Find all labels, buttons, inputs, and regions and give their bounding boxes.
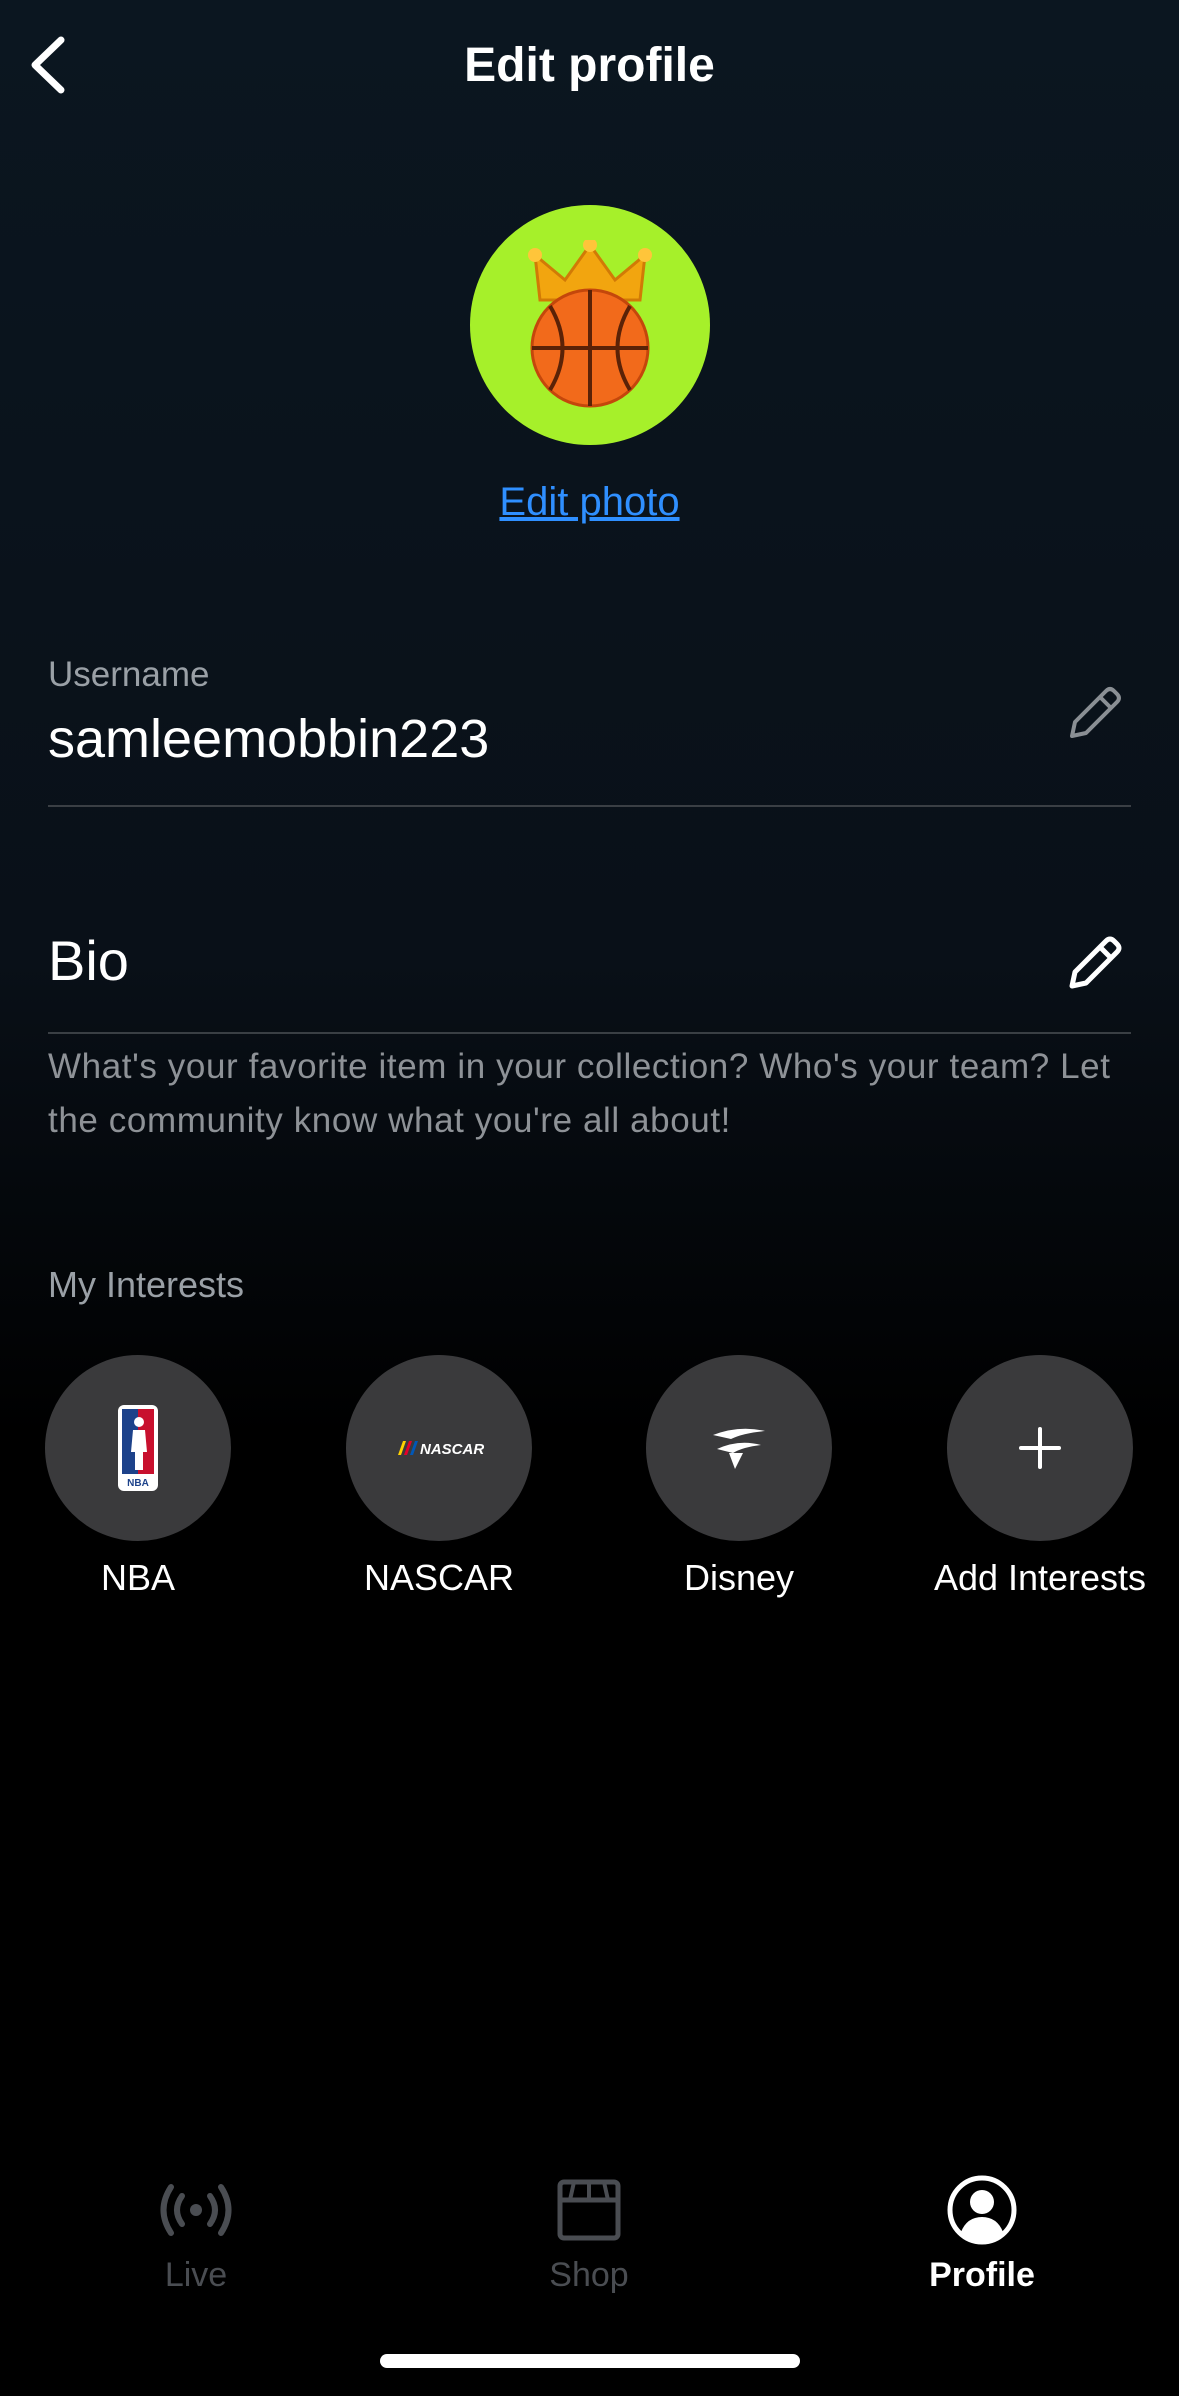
interest-label: Disney (683, 1557, 795, 1598)
tab-shop[interactable]: Shop (479, 2170, 699, 2295)
tab-label: Profile (929, 2256, 1035, 2294)
crowned-basketball-icon (528, 240, 652, 408)
profile-icon (947, 2175, 1017, 2245)
username-value[interactable]: samleemobbin223 (48, 708, 489, 770)
interest-circle (947, 1355, 1133, 1541)
interest-label: NBA (100, 1557, 176, 1598)
add-interests-button[interactable]: Add Interests (920, 1355, 1160, 1599)
bio-placeholder[interactable]: What's your favorite item in your collec… (48, 1040, 1148, 1148)
svg-text:NASCAR: NASCAR (420, 1441, 484, 1458)
interest-nba[interactable]: NBA NBA (18, 1355, 258, 1599)
tab-profile[interactable]: Profile (872, 2170, 1092, 2295)
tab-icon-wrap (86, 2170, 306, 2250)
edit-photo-link[interactable]: Edit photo (0, 480, 1179, 525)
interest-circle: NASCAR (346, 1355, 532, 1541)
bio-label: Bio (48, 929, 129, 992)
username-divider (48, 805, 1131, 807)
interest-disney[interactable]: Disney (619, 1355, 859, 1599)
svg-text:NBA: NBA (127, 1478, 149, 1489)
pencil-icon (1069, 936, 1122, 989)
username-label: Username (48, 655, 210, 694)
tab-icon-wrap (479, 2170, 699, 2250)
disney-logo-icon (713, 1428, 765, 1469)
tab-label: Live (164, 2256, 228, 2294)
nascar-logo-icon: NASCAR (398, 1441, 484, 1458)
interest-circle: NBA (45, 1355, 231, 1541)
interests-label: My Interests (48, 1264, 245, 1305)
tab-bar: Live Shop Profile (0, 2150, 1179, 2294)
page-title: Edit profile (464, 39, 715, 92)
edit-bio-button[interactable] (1060, 928, 1130, 998)
interest-label: Add Interests (933, 1557, 1147, 1598)
bio-divider (48, 1032, 1131, 1034)
home-indicator (380, 2354, 800, 2368)
edit-username-button[interactable] (1060, 678, 1130, 748)
interest-nascar[interactable]: NASCAR NASCAR (319, 1355, 559, 1599)
interest-label: NASCAR (363, 1557, 515, 1598)
tab-label: Shop (549, 2256, 629, 2294)
tab-live[interactable]: Live (86, 2170, 306, 2295)
plus-icon (1019, 1427, 1061, 1469)
header: Edit profile (0, 0, 1179, 135)
shop-icon (557, 2179, 621, 2241)
avatar[interactable] (470, 205, 710, 445)
nba-logo-icon: NBA (118, 1405, 158, 1491)
pencil-icon (1070, 687, 1121, 738)
live-broadcast-icon (160, 2184, 232, 2236)
tab-icon-wrap (872, 2170, 1092, 2250)
interest-circle (646, 1355, 832, 1541)
